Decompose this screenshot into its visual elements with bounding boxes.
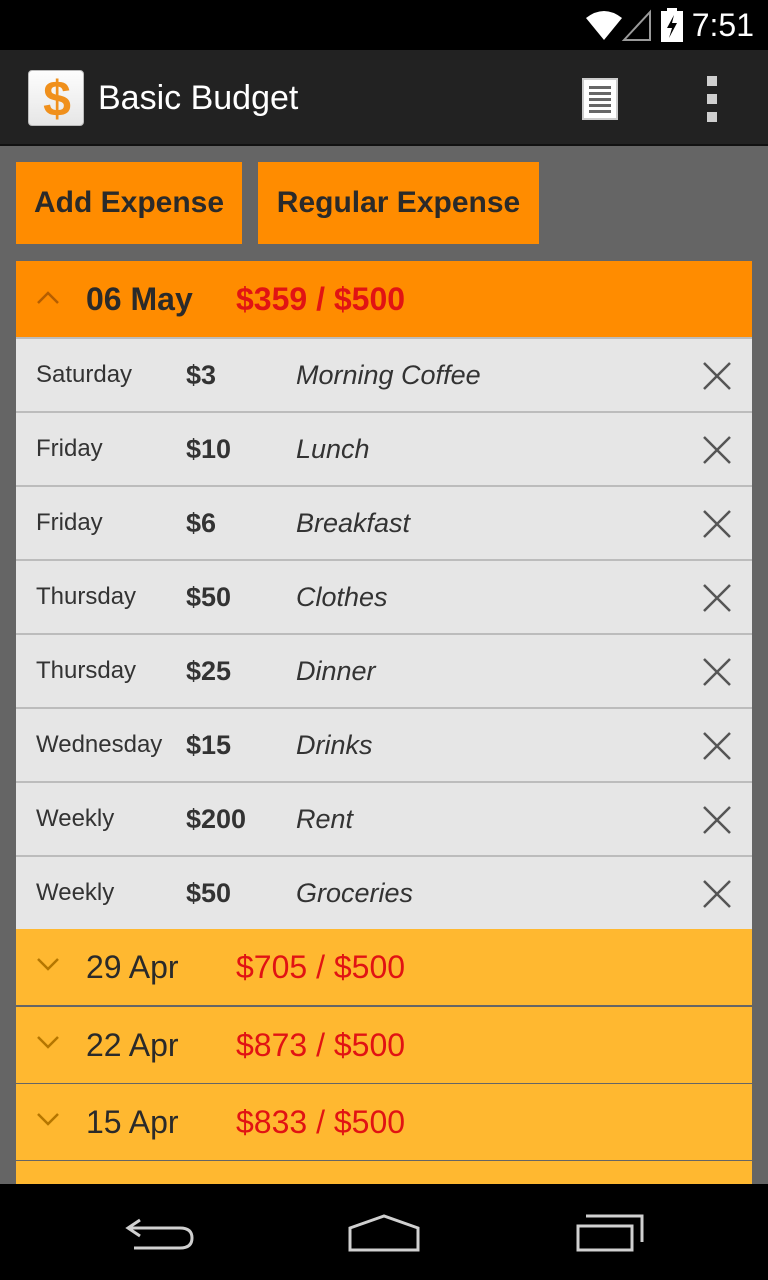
expense-row[interactable]: Weekly $50 Groceries xyxy=(16,855,752,929)
overflow-menu-icon[interactable] xyxy=(700,76,724,122)
week-date: 29 Apr xyxy=(86,949,179,985)
recent-apps-icon[interactable] xyxy=(574,1214,646,1254)
wifi-icon xyxy=(586,9,651,41)
regular-expense-button[interactable]: Regular Expense xyxy=(258,162,539,244)
expense-description: Dinner xyxy=(296,656,376,686)
expense-row[interactable]: Wednesday $15 Drinks xyxy=(16,707,752,781)
week-total: $359 / $500 xyxy=(236,281,406,317)
chevron-down-icon xyxy=(37,1113,59,1126)
expense-day: Saturday xyxy=(36,361,133,388)
status-bar: 7:51 xyxy=(0,0,768,50)
content-area: Add Expense Regular Expense 06 May $359 … xyxy=(0,146,768,1184)
expense-list: Saturday $3 Morning Coffee Friday $10 Lu… xyxy=(16,337,752,929)
delete-icon[interactable] xyxy=(702,361,732,391)
status-time: 7:51 xyxy=(691,7,754,43)
app-title: Basic Budget xyxy=(98,79,299,117)
expense-description: Morning Coffee xyxy=(296,360,481,390)
expense-amount: $50 xyxy=(186,582,232,612)
delete-icon[interactable] xyxy=(702,657,732,687)
week-header-partial[interactable] xyxy=(16,1161,752,1184)
expense-amount: $200 xyxy=(186,804,247,834)
add-expense-button[interactable]: Add Expense xyxy=(16,162,242,244)
delete-icon[interactable] xyxy=(702,509,732,539)
week-total: $873 / $500 xyxy=(236,1027,406,1063)
expense-row[interactable]: Saturday $3 Morning Coffee xyxy=(16,337,752,411)
week-header-past[interactable]: 22 Apr $873 / $500 xyxy=(16,1007,752,1083)
expense-description: Breakfast xyxy=(296,508,411,538)
expense-amount: $3 xyxy=(186,360,217,390)
expense-day: Friday xyxy=(36,435,103,462)
navigation-bar xyxy=(0,1184,768,1280)
expense-amount: $15 xyxy=(186,730,232,760)
expense-day: Weekly xyxy=(36,879,115,906)
expense-description: Groceries xyxy=(296,878,414,908)
delete-icon[interactable] xyxy=(702,583,732,613)
week-total: $833 / $500 xyxy=(236,1104,406,1140)
delete-icon[interactable] xyxy=(702,879,732,909)
week-header-past[interactable]: 29 Apr $705 / $500 xyxy=(16,929,752,1005)
expense-amount: $50 xyxy=(186,878,232,908)
week-total: $705 / $500 xyxy=(236,949,406,985)
expense-day: Wednesday xyxy=(36,731,163,758)
chevron-up-icon xyxy=(37,291,59,304)
expense-day: Friday xyxy=(36,509,103,536)
expense-row[interactable]: Friday $6 Breakfast xyxy=(16,485,752,559)
week-header-current[interactable]: 06 May $359 / $500 xyxy=(16,261,752,337)
week-header-past[interactable]: 15 Apr $833 / $500 xyxy=(16,1084,752,1160)
expense-row[interactable]: Friday $10 Lunch xyxy=(16,411,752,485)
expense-day: Thursday xyxy=(36,657,137,684)
expense-amount: $25 xyxy=(186,656,232,686)
action-bar: $ Basic Budget xyxy=(0,50,768,146)
list-view-icon[interactable] xyxy=(582,78,618,120)
expense-row[interactable]: Thursday $50 Clothes xyxy=(16,559,752,633)
delete-icon[interactable] xyxy=(702,731,732,761)
week-date: 06 May xyxy=(86,281,193,317)
delete-icon[interactable] xyxy=(702,805,732,835)
expense-description: Clothes xyxy=(296,582,388,612)
expense-amount: $6 xyxy=(186,508,217,538)
expense-description: Rent xyxy=(296,804,354,834)
week-date: 15 Apr xyxy=(86,1104,179,1140)
expense-description: Lunch xyxy=(296,434,370,464)
expense-day: Thursday xyxy=(36,583,137,610)
home-icon[interactable] xyxy=(346,1214,422,1254)
expense-description: Drinks xyxy=(296,730,373,760)
chevron-down-icon xyxy=(37,1036,59,1049)
expense-amount: $10 xyxy=(186,434,232,464)
back-icon[interactable] xyxy=(124,1214,196,1254)
week-date: 22 Apr xyxy=(86,1027,179,1063)
delete-icon[interactable] xyxy=(702,435,732,465)
dollar-icon: $ xyxy=(28,70,84,127)
battery-charging-icon xyxy=(661,8,683,42)
app-icon-glyph: $ xyxy=(43,71,71,127)
chevron-down-icon xyxy=(37,958,59,971)
expense-row[interactable]: Weekly $200 Rent xyxy=(16,781,752,855)
expense-day: Weekly xyxy=(36,805,115,832)
expense-row[interactable]: Thursday $25 Dinner xyxy=(16,633,752,707)
